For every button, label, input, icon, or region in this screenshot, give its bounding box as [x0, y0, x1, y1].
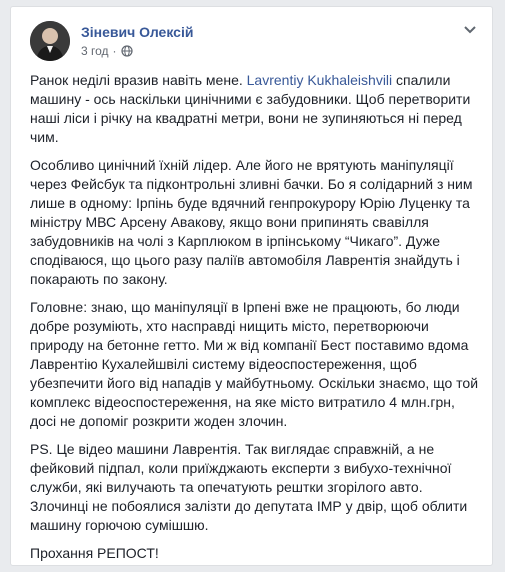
text-line: досі не допоміг розкрити жоден злочин. [30, 413, 288, 429]
avatar-image [30, 21, 70, 61]
post-card: Зіневич Олексій 3 год · Ранок неділі вра… [10, 6, 493, 566]
tagged-profile-link[interactable]: Lavrentiy Kukhaleishvili [247, 72, 393, 88]
text-line: машину - ось наскільки цинічними є забуд… [30, 91, 471, 107]
author-name[interactable]: Зіневич Олексій [81, 24, 193, 40]
paragraph-5: Прохання РЕПОСТ! [30, 544, 477, 563]
paragraph-3: Головне: знаю, що маніпуляції в Ірпені в… [30, 298, 479, 431]
chevron-down-icon[interactable] [462, 23, 478, 35]
post-text: Ранок неділі вразив навіть мене. Lavrent… [30, 71, 479, 572]
post-meta: 3 год · [81, 44, 133, 58]
text-line: забудовників на чолі з Карплюком в ірпін… [30, 233, 441, 249]
text-line: чим. [30, 129, 59, 145]
text-line: Лаврентію Кухалейшвілі систему відеоспос… [30, 356, 417, 372]
text-line: Злочинці не побоялися залізти до депутат… [30, 498, 468, 514]
text-line: фейковий підпал, коли приїжджають експер… [30, 460, 452, 476]
post-timestamp[interactable]: 3 год [81, 44, 109, 58]
text-line: лише в одному: Ірпінь буде вдячний генпр… [30, 195, 470, 211]
text-line: сподіваюся, що цього разу паліїв автомоб… [30, 252, 460, 268]
text-line: через Фейсбук та підконтрольні зливні ба… [30, 176, 473, 192]
text-line: машину горючою сумішшю. [30, 517, 209, 533]
paragraph-4: PS. Це відео машини Лаврентія. Так вигля… [30, 440, 477, 535]
text-line: Особливо цинічний їхній лідер. Але його … [30, 157, 454, 173]
text-line: Ранок неділі вразив навіть мене. Lavrent… [30, 71, 477, 90]
text-segment: Ранок неділі вразив навіть мене. [30, 72, 247, 88]
text-line: міністру МВС Арсену Авакову, якщо вони п… [30, 214, 429, 230]
text-line: Головне: знаю, що маніпуляції в Ірпені в… [30, 299, 460, 315]
globe-icon[interactable] [120, 45, 133, 57]
text-line: Прохання РЕПОСТ! [30, 545, 159, 561]
meta-separator: · [112, 44, 117, 58]
text-line: наші ліси і річку на квадратні метри, во… [30, 110, 462, 126]
text-line: природу на бетонне гетто. Ми ж від компа… [30, 337, 469, 353]
text-line: PS. Це відео машини Лаврентія. Так вигля… [30, 441, 435, 457]
paragraph-2: Особливо цинічний їхній лідер. Але його … [30, 156, 477, 289]
text-line: покарають по закону. [30, 271, 168, 287]
paragraph-1: Ранок неділі вразив навіть мене. Lavrent… [30, 71, 477, 147]
text-line: комплекс відеоспостереження, на яке міст… [30, 394, 455, 410]
avatar[interactable] [30, 21, 70, 61]
text-segment: спалили [392, 72, 451, 88]
text-line: служби, які вилучають та опечатують решт… [30, 479, 423, 495]
text-line: добре розуміють, хто насправді нищить мі… [30, 318, 429, 334]
text-line: убезпечити його від нападів у майбутньом… [30, 375, 479, 391]
